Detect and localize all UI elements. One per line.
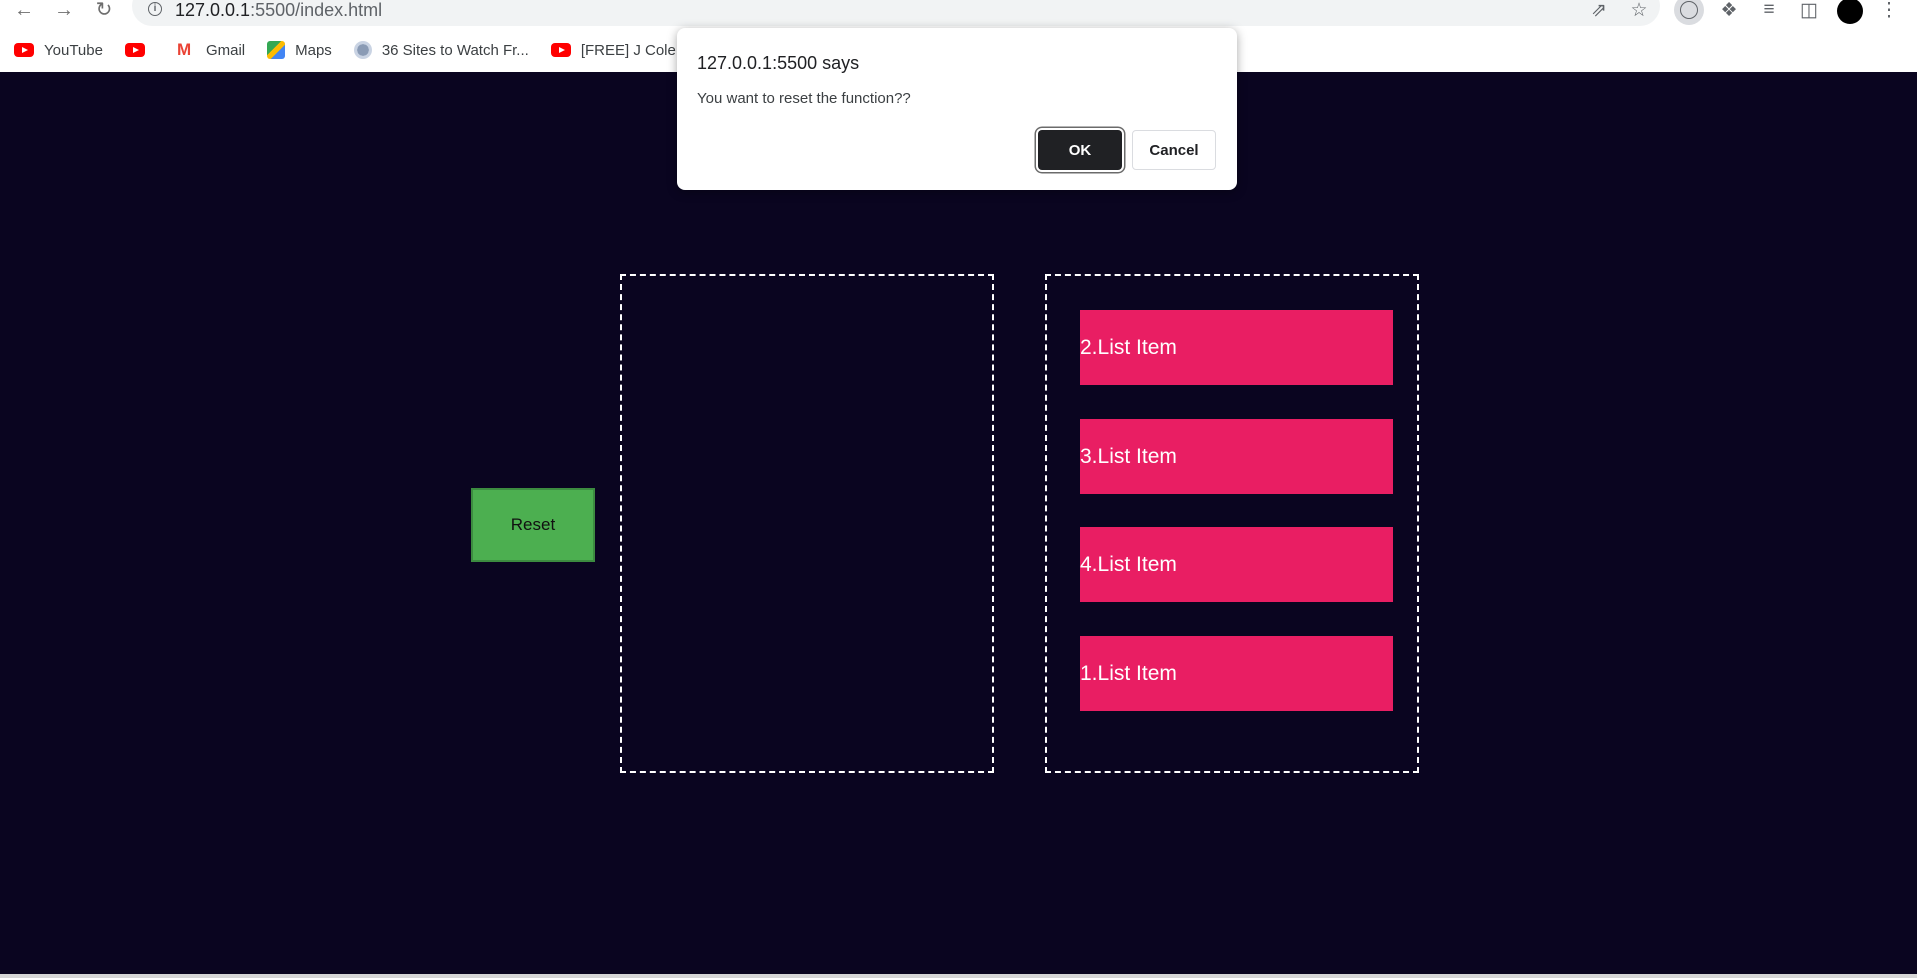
star-icon[interactable]: ☆ bbox=[1626, 0, 1652, 21]
bookmarks-bar: YouTube Gmail Maps 36 Sites to Watch Fr.… bbox=[0, 36, 734, 64]
youtube-icon bbox=[550, 43, 571, 57]
list-item[interactable]: 3.List Item bbox=[1080, 419, 1393, 494]
dialog-message: You want to reset the function?? bbox=[697, 90, 911, 107]
maps-icon bbox=[267, 41, 286, 59]
youtube-icon bbox=[124, 43, 145, 57]
gmail-icon bbox=[177, 40, 196, 60]
url-path: :5500/index.html bbox=[250, 0, 383, 20]
dialog-title: 127.0.0.1:5500 says bbox=[697, 53, 860, 73]
url-text[interactable]: 127.0.0.1:5500/index.html bbox=[175, 0, 382, 20]
bottom-scrollbar bbox=[0, 974, 1917, 978]
bookmark-36-sites[interactable]: 36 Sites to Watch Fr... bbox=[353, 41, 529, 59]
arrow-right-icon: → bbox=[54, 0, 74, 21]
puzzle-icon[interactable]: ❖ bbox=[1716, 0, 1742, 21]
cancel-button[interactable]: Cancel bbox=[1132, 130, 1216, 170]
bookmark-label: YouTube bbox=[44, 41, 103, 59]
bookmark-label: 36 Sites to Watch Fr... bbox=[381, 41, 529, 59]
list-item[interactable]: 1.List Item bbox=[1080, 636, 1393, 711]
reload-button[interactable]: ↻ bbox=[90, 0, 118, 20]
reload-icon: ↻ bbox=[95, 0, 113, 21]
list-item[interactable]: 2.List Item bbox=[1080, 310, 1393, 385]
bookmark-label: Maps bbox=[295, 41, 332, 59]
back-button[interactable]: ← bbox=[10, 0, 38, 20]
media-queue-icon[interactable]: ≡ bbox=[1756, 0, 1782, 20]
info-icon[interactable]: i bbox=[148, 2, 162, 16]
youtube-icon bbox=[14, 43, 34, 57]
alert-dialog: 127.0.0.1:5500 says You want to reset th… bbox=[677, 28, 1237, 190]
drop-zone-right[interactable]: 2.List Item 3.List Item 4.List Item 1.Li… bbox=[1045, 274, 1419, 773]
side-panel-icon[interactable]: ◫ bbox=[1796, 0, 1822, 21]
bookmark-youtube[interactable]: YouTube bbox=[14, 42, 103, 59]
bookmark-gmail[interactable]: Gmail bbox=[177, 40, 246, 60]
extension-icon[interactable] bbox=[1674, 0, 1704, 25]
forward-button[interactable]: → bbox=[50, 0, 78, 20]
bookmark-youtube-2[interactable] bbox=[124, 43, 155, 57]
ok-button[interactable]: OK bbox=[1038, 130, 1122, 170]
url-host: 127.0.0.1 bbox=[175, 0, 251, 20]
reset-button[interactable]: Reset bbox=[471, 488, 595, 562]
bookmark-label: Gmail bbox=[205, 41, 246, 59]
site-icon bbox=[353, 41, 372, 59]
share-icon[interactable]: ⇗ bbox=[1586, 0, 1612, 21]
profile-avatar[interactable] bbox=[1837, 0, 1863, 24]
arrow-left-icon: ← bbox=[14, 0, 34, 21]
list-item[interactable]: 4.List Item bbox=[1080, 527, 1393, 602]
drop-zone-left[interactable] bbox=[620, 274, 994, 773]
bookmark-maps[interactable]: Maps bbox=[267, 41, 332, 59]
kebab-menu-icon[interactable]: ⋮ bbox=[1876, 0, 1902, 21]
